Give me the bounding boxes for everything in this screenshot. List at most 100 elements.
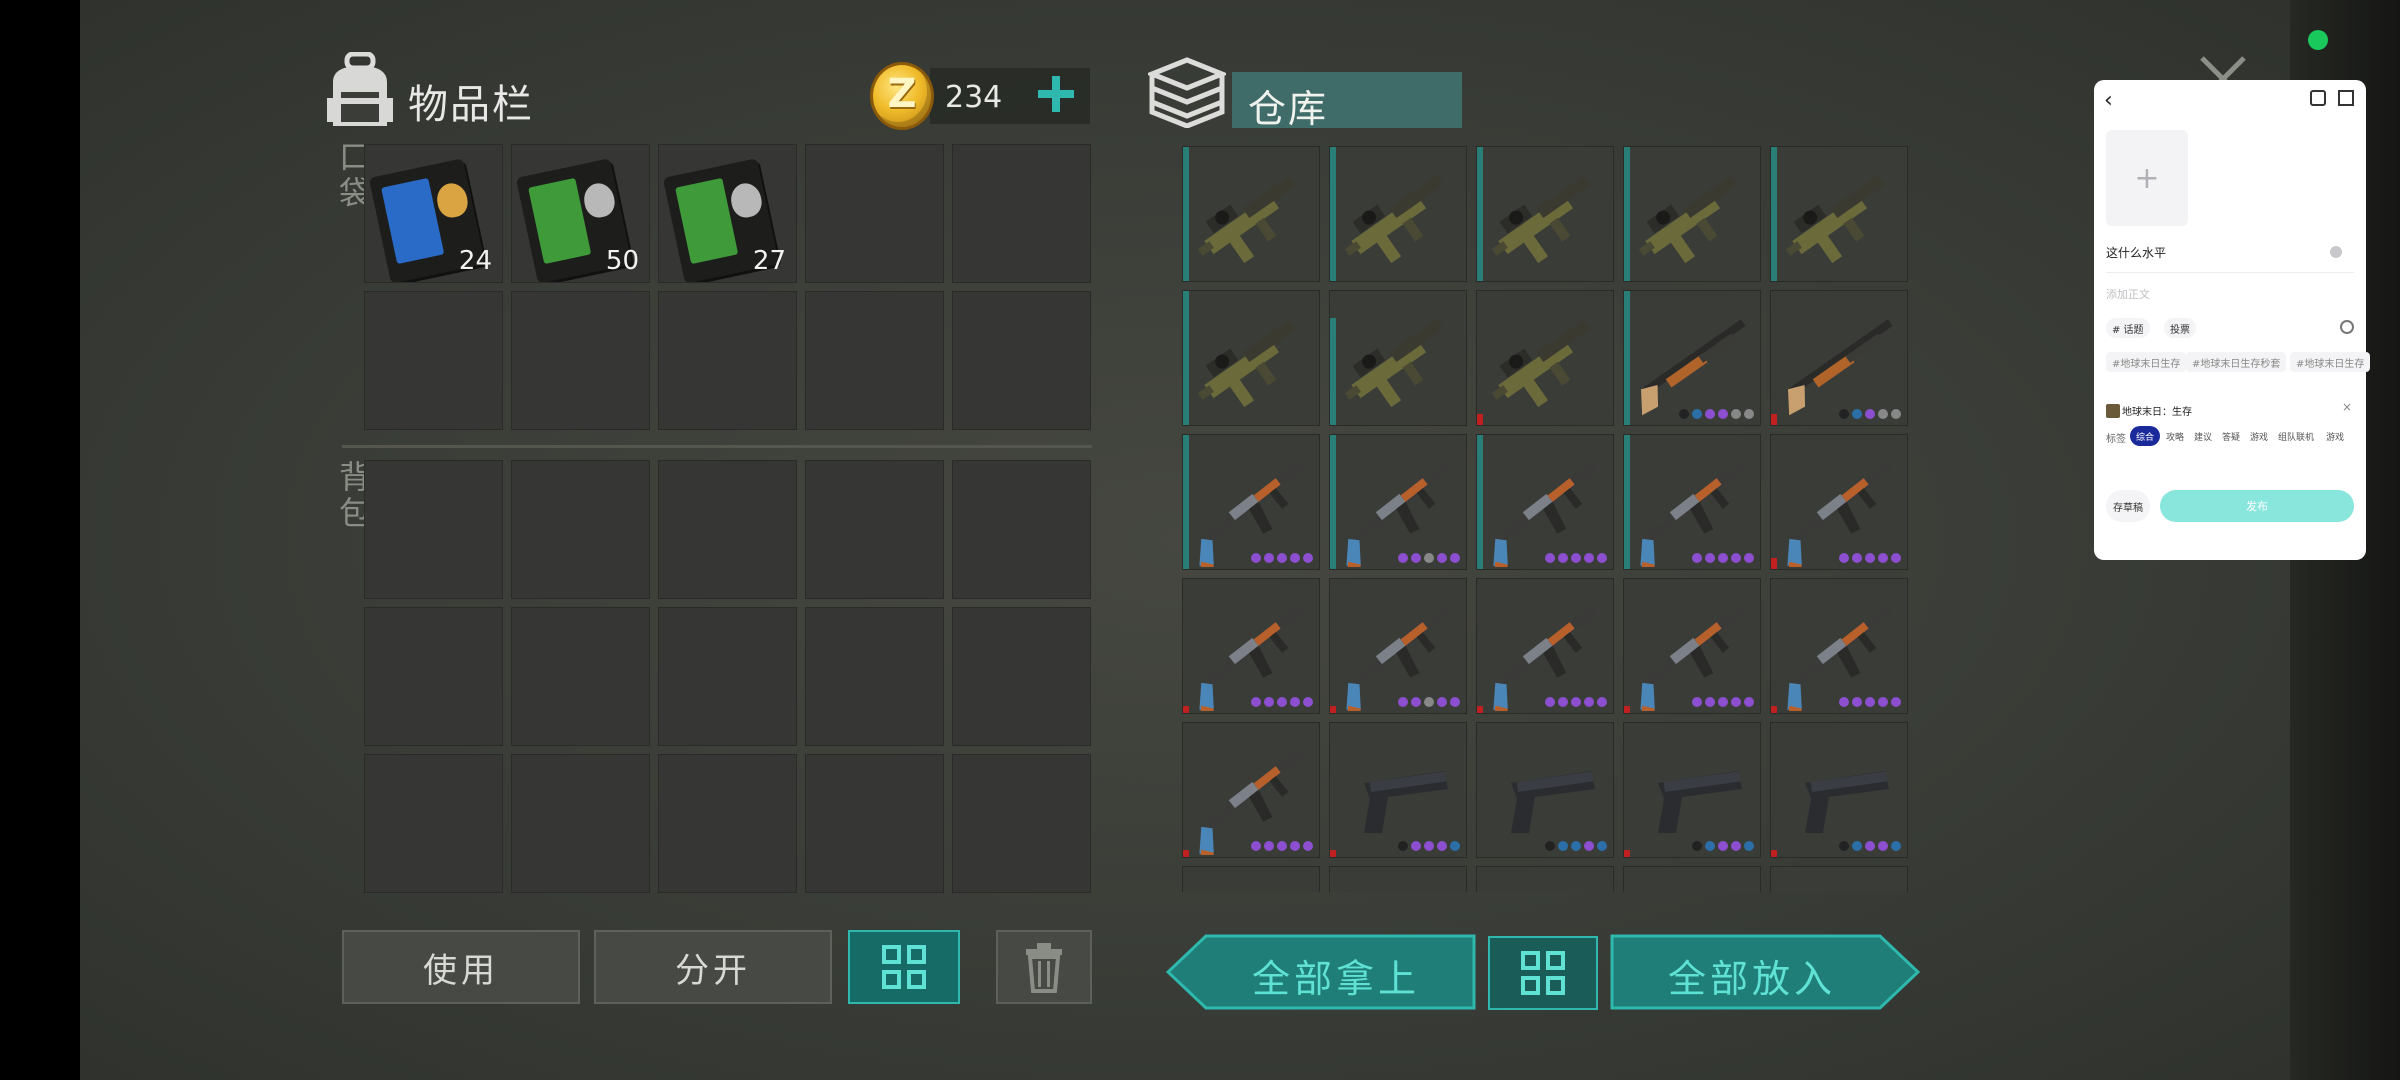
warehouse-slot[interactable] (1329, 290, 1467, 426)
tab-2[interactable]: 建议 (2188, 426, 2218, 446)
sort-inventory-button[interactable] (848, 930, 960, 1004)
warehouse-slot[interactable] (1182, 290, 1320, 426)
warehouse-slot[interactable] (1623, 722, 1761, 858)
backpack-slot[interactable] (511, 460, 650, 599)
draft-icon[interactable] (2310, 90, 2326, 106)
backpack-slot[interactable] (364, 754, 503, 893)
hashtag-2[interactable]: #地球末日生存秒套 (2186, 352, 2287, 372)
pocket-slot[interactable] (805, 291, 944, 430)
clear-icon[interactable] (2330, 246, 2342, 258)
add-image-button[interactable]: + (2106, 130, 2188, 226)
attachment-dot (1290, 697, 1300, 707)
publish-button[interactable]: 发布 (2160, 490, 2354, 522)
warehouse-slot[interactable] (1623, 146, 1761, 282)
backpack-slot[interactable] (805, 754, 944, 893)
warehouse-slot[interactable] (1182, 722, 1320, 858)
backpack-slot[interactable] (805, 460, 944, 599)
tab-1[interactable]: 攻略 (2160, 426, 2190, 446)
layout-icon[interactable] (2338, 90, 2354, 106)
backpack-slot[interactable] (952, 460, 1091, 599)
warehouse-slot[interactable] (1770, 146, 1908, 282)
pistol-icon (1364, 771, 1448, 833)
back-icon[interactable]: ‹ (2104, 88, 2113, 113)
attachment-dots (1398, 553, 1460, 563)
attachment-dot (1852, 841, 1862, 851)
warehouse-slot[interactable] (1182, 866, 1320, 892)
warehouse-slot[interactable] (1623, 866, 1761, 892)
attachment-dot (1545, 841, 1555, 851)
topic-chip[interactable]: # 话题 (2106, 318, 2150, 338)
hashtag-1[interactable]: #地球末日生存 (2106, 352, 2187, 372)
sort-warehouse-button[interactable] (1488, 936, 1598, 1010)
post-title-text[interactable]: 这什么水平 (2106, 244, 2166, 261)
tab-0[interactable]: 综合 (2130, 426, 2161, 446)
pocket-slot[interactable] (952, 291, 1091, 430)
warehouse-slot[interactable] (1329, 578, 1467, 714)
body-input[interactable]: 添加正文 (2106, 286, 2150, 302)
warehouse-slot[interactable] (1770, 290, 1908, 426)
backpack-slot[interactable] (658, 754, 797, 893)
warehouse-slot[interactable] (1770, 722, 1908, 858)
warehouse-slot[interactable] (1329, 722, 1467, 858)
warehouse-slot[interactable] (1476, 146, 1614, 282)
backpack-slot[interactable] (952, 754, 1091, 893)
warehouse-slot[interactable] (1476, 578, 1614, 714)
warehouse-slot[interactable] (1329, 434, 1467, 570)
backpack-slot[interactable] (364, 460, 503, 599)
backpack-slot[interactable] (511, 754, 650, 893)
pocket-slot[interactable] (511, 291, 650, 430)
attachment-dots (1398, 841, 1460, 851)
warehouse-slot[interactable] (1329, 146, 1467, 282)
warehouse-slot[interactable] (1182, 434, 1320, 570)
backpack-slot[interactable] (658, 607, 797, 746)
warehouse-slot[interactable] (1623, 434, 1761, 570)
remove-game-icon[interactable]: × (2342, 400, 2352, 414)
split-button[interactable]: 分开 (594, 930, 832, 1004)
attachment-dot (1705, 841, 1715, 851)
backpack-slot[interactable] (658, 460, 797, 599)
warehouse-slot[interactable] (1182, 146, 1320, 282)
attachment-dot (1303, 697, 1313, 707)
backpack-slot[interactable] (952, 607, 1091, 746)
tab-3[interactable]: 答疑 (2216, 426, 2246, 446)
warehouse-slot[interactable] (1182, 578, 1320, 714)
pocket-slot[interactable]: 27 (658, 144, 797, 283)
warehouse-slot[interactable] (1770, 578, 1908, 714)
trash-icon (1026, 943, 1062, 993)
vote-chip[interactable]: 投票 (2164, 318, 2196, 338)
warehouse-slot[interactable] (1329, 866, 1467, 892)
tab-6[interactable]: 游戏 (2320, 426, 2350, 446)
warehouse-slot[interactable] (1623, 578, 1761, 714)
tab-4[interactable]: 游戏 (2244, 426, 2274, 446)
hashtag-3[interactable]: #地球末日生存 (2290, 352, 2371, 372)
pocket-slot[interactable] (805, 144, 944, 283)
warehouse-slot[interactable] (1476, 722, 1614, 858)
attachment-dot (1584, 553, 1594, 563)
durability-bar (1624, 147, 1630, 281)
add-coins-button[interactable] (1034, 72, 1078, 116)
warehouse-slot[interactable] (1476, 434, 1614, 570)
backpack-slot[interactable] (364, 607, 503, 746)
warehouse-slot[interactable] (1770, 434, 1908, 570)
backpack-icon (327, 52, 393, 126)
tab-5[interactable]: 组队联机 (2272, 426, 2320, 446)
pocket-slot[interactable] (364, 291, 503, 430)
backpack-slot[interactable] (511, 607, 650, 746)
use-button[interactable]: 使用 (342, 930, 580, 1004)
refresh-icon[interactable] (2340, 320, 2354, 334)
post-panel: ‹ + 这什么水平 添加正文 # 话题 投票 #地球末日生存 #地球末日生存秒套… (2094, 80, 2371, 560)
backpack-slot[interactable] (805, 607, 944, 746)
durability-bar (1771, 414, 1777, 425)
warehouse-slot[interactable] (1770, 866, 1908, 892)
pocket-slot[interactable] (658, 291, 797, 430)
save-draft-button[interactable]: 存草稿 (2106, 490, 2150, 522)
pocket-slot[interactable] (952, 144, 1091, 283)
trash-button[interactable] (996, 930, 1092, 1004)
warehouse-slot[interactable] (1476, 866, 1614, 892)
pocket-slot[interactable]: 24 (364, 144, 503, 283)
attachment-dot (1878, 409, 1888, 419)
pocket-slot[interactable]: 50 (511, 144, 650, 283)
warehouse-slot[interactable] (1623, 290, 1761, 426)
warehouse-slot[interactable] (1476, 290, 1614, 426)
attachment-dot (1731, 841, 1741, 851)
